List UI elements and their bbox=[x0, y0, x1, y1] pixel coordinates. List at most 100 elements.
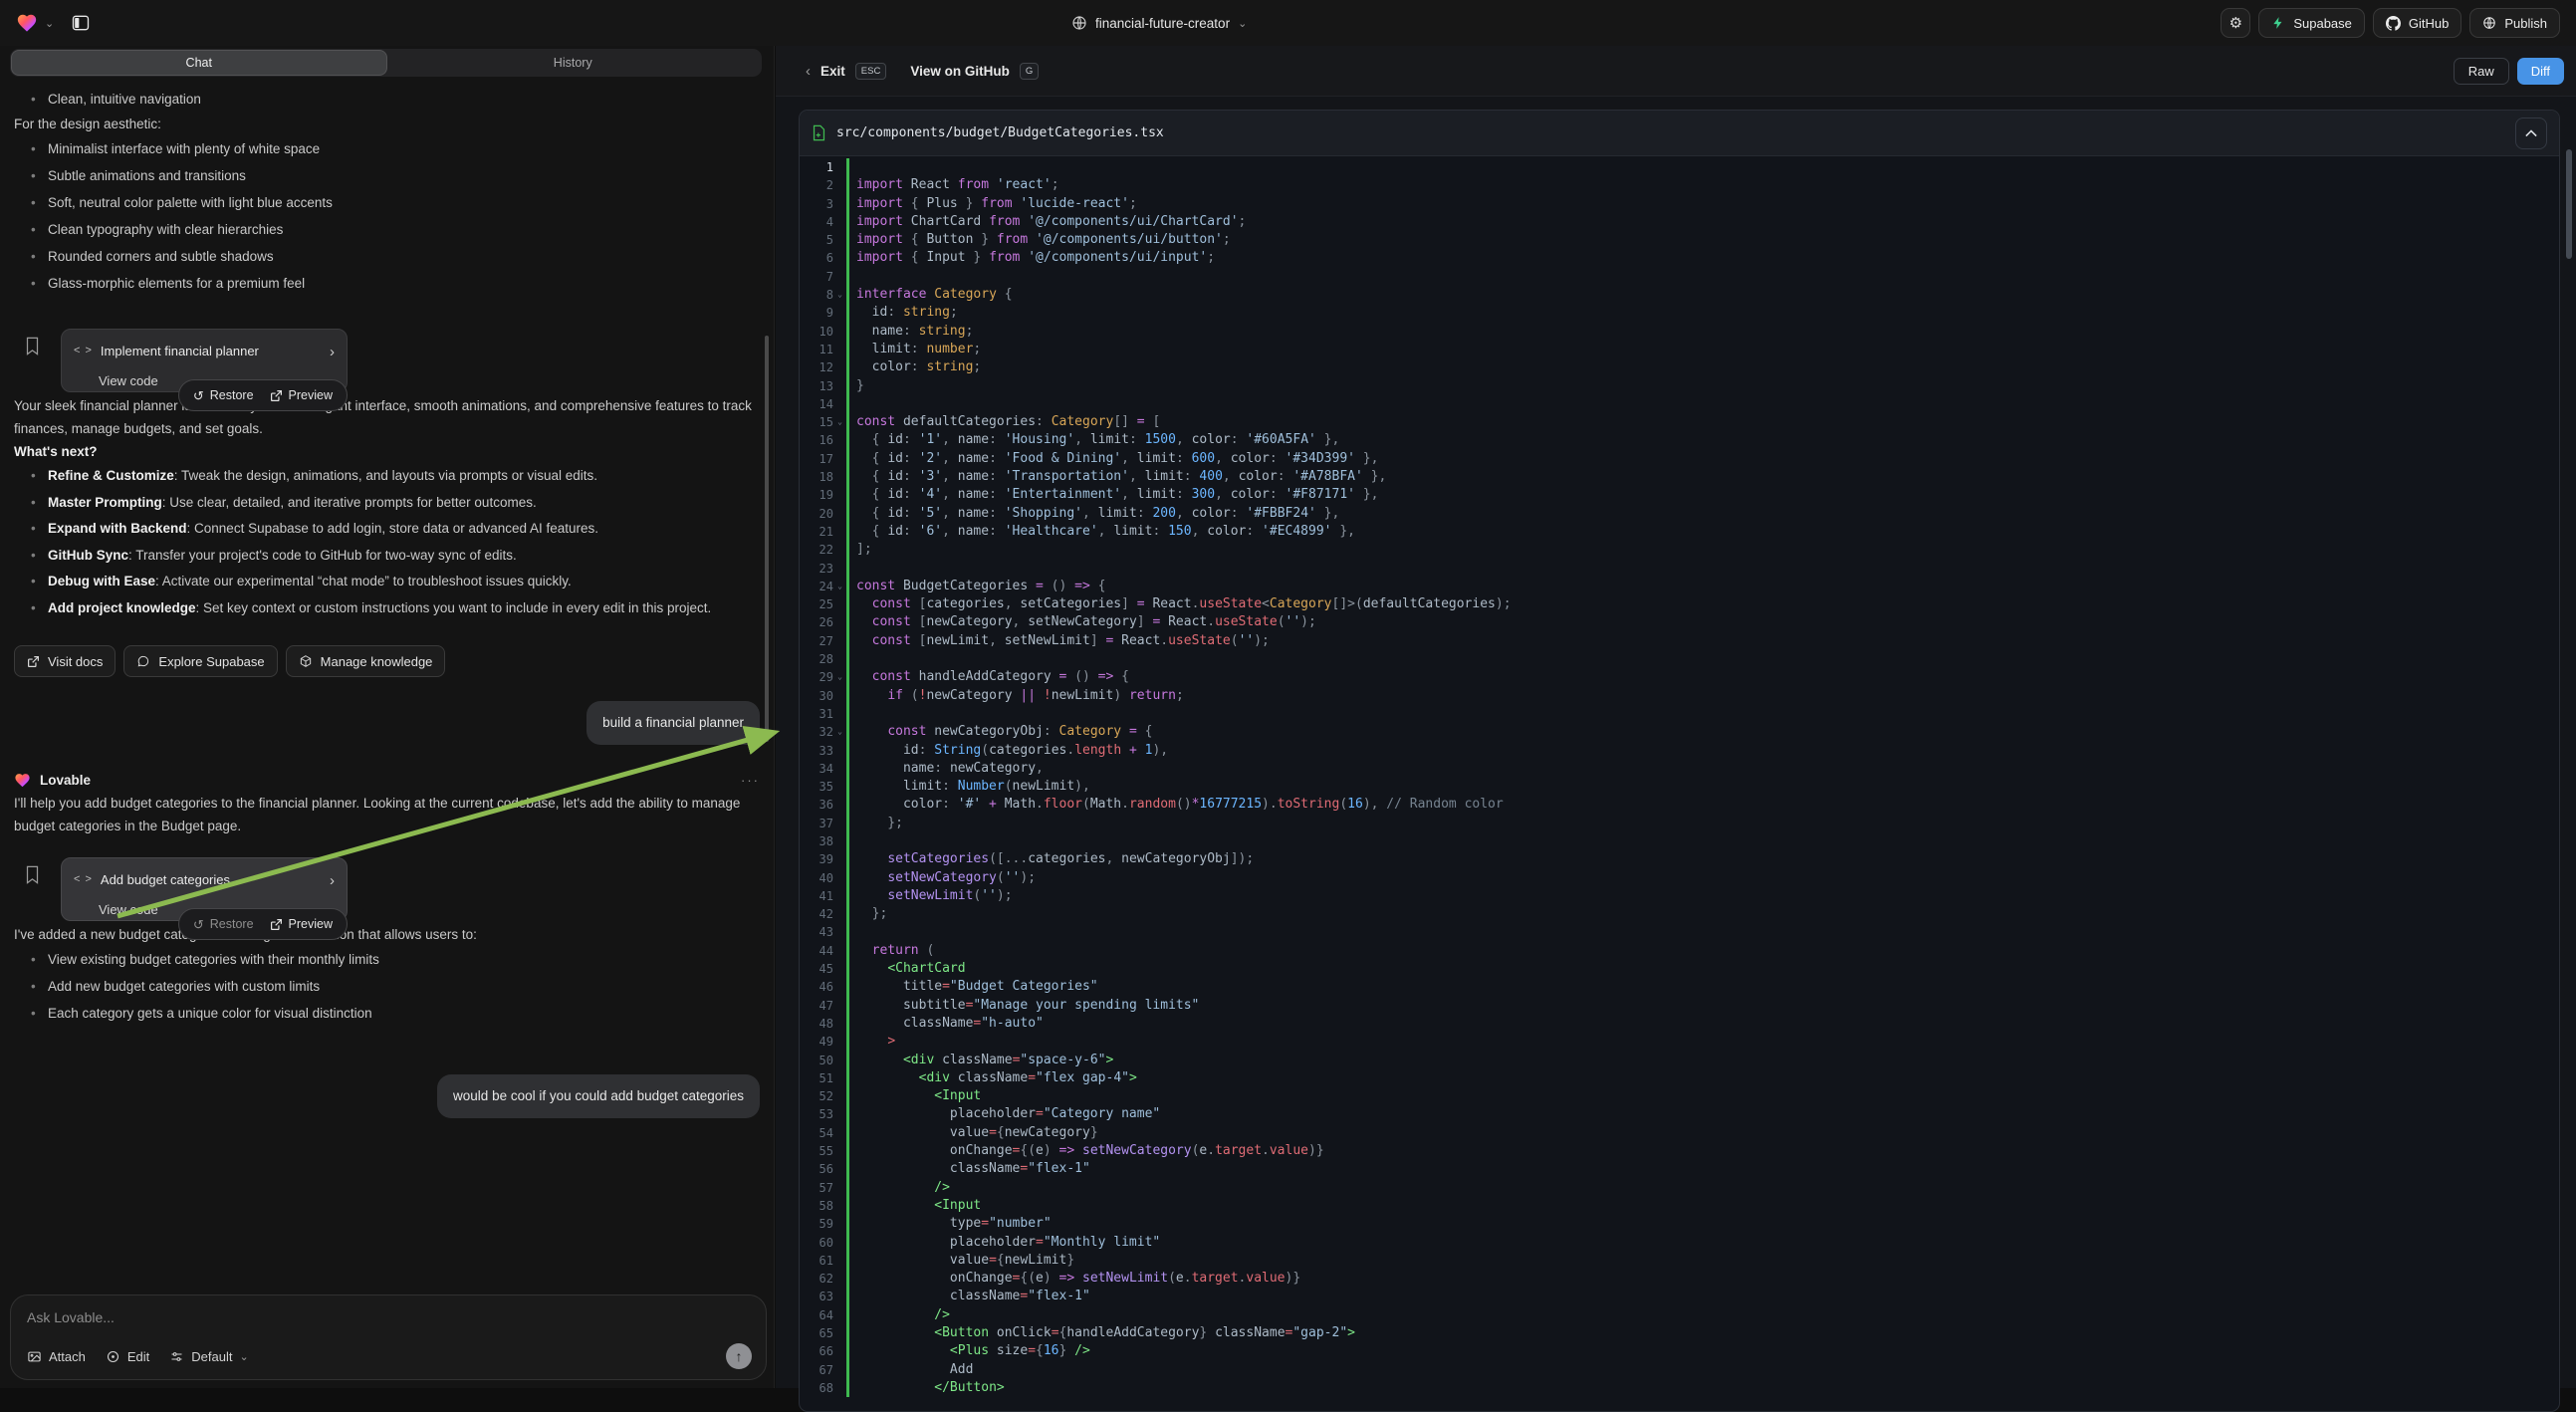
code-line: 7 bbox=[800, 268, 2559, 286]
chevron-left-icon: ‹ bbox=[806, 63, 811, 80]
chat-bubble-icon bbox=[136, 654, 150, 668]
version-card-implement-financial-planner[interactable]: < > Implement financial planner › View c… bbox=[61, 329, 348, 392]
code-line: 39 setCategories([...categories, newCate… bbox=[800, 850, 2559, 868]
file-added-icon bbox=[812, 124, 826, 141]
edit-label: Edit bbox=[127, 1349, 149, 1364]
code-line: 27 const [newLimit, setNewLimit] = React… bbox=[800, 632, 2559, 650]
package-icon bbox=[299, 654, 313, 668]
code-line: 19 { id: '4', name: 'Entertainment', lim… bbox=[800, 486, 2559, 504]
bookmark-icon[interactable] bbox=[25, 337, 40, 355]
diff-button[interactable]: Diff bbox=[2517, 58, 2564, 85]
code-line: 48 className="h-auto" bbox=[800, 1015, 2559, 1033]
collapse-file-button[interactable] bbox=[2515, 118, 2547, 149]
supabase-bolt-icon bbox=[2271, 16, 2285, 30]
code-line: 13} bbox=[800, 377, 2559, 395]
list-item: Refine & Customize: Tweak the design, an… bbox=[48, 463, 760, 490]
external-link-icon bbox=[270, 389, 283, 402]
exit-button[interactable]: ‹ Exit ESC bbox=[806, 63, 886, 80]
more-menu-icon[interactable]: ··· bbox=[741, 769, 760, 792]
assistant-paragraph: Your sleek financial planner is now read… bbox=[14, 394, 760, 440]
explore-supabase-label: Explore Supabase bbox=[158, 650, 264, 673]
send-button[interactable]: ↑ bbox=[726, 1343, 752, 1369]
settings-button[interactable]: ⚙ bbox=[2221, 8, 2250, 38]
code-line: 12 color: string; bbox=[800, 358, 2559, 376]
code-line: 21 { id: '6', name: 'Healthcare', limit:… bbox=[800, 523, 2559, 541]
code-line: 41 setNewLimit(''); bbox=[800, 887, 2559, 905]
manage-knowledge-button[interactable]: Manage knowledge bbox=[286, 645, 446, 677]
raw-button[interactable]: Raw bbox=[2454, 58, 2509, 85]
mode-selector[interactable]: Default ⌄ bbox=[169, 1349, 248, 1364]
list-item: Glass-morphic elements for a premium fee… bbox=[48, 270, 760, 297]
file-path: src/components/budget/BudgetCategories.t… bbox=[836, 125, 1164, 140]
chat-message-list[interactable]: Clean, intuitive navigation For the desi… bbox=[0, 82, 774, 1291]
github-button[interactable]: GitHub bbox=[2373, 8, 2461, 38]
tab-chat[interactable]: Chat bbox=[12, 51, 386, 75]
assistant-header: Lovable ··· bbox=[14, 769, 760, 792]
preview-button[interactable]: Preview bbox=[270, 384, 333, 407]
attach-button[interactable]: Attach bbox=[27, 1349, 86, 1364]
sliders-icon bbox=[169, 1349, 184, 1364]
chat-input[interactable]: Ask Lovable... bbox=[27, 1309, 750, 1325]
lovable-logo-icon[interactable] bbox=[16, 12, 38, 34]
chevron-right-icon: › bbox=[330, 869, 335, 892]
code-line: 60 placeholder="Monthly limit" bbox=[800, 1234, 2559, 1252]
visit-docs-button[interactable]: Visit docs bbox=[14, 645, 116, 677]
code-line: 65 <Button onClick={handleAddCategory} c… bbox=[800, 1324, 2559, 1342]
bookmark-icon[interactable] bbox=[25, 865, 40, 884]
version-row: < > Add budget categories › View code ↺ … bbox=[14, 857, 760, 923]
code-line: 63 className="flex-1" bbox=[800, 1288, 2559, 1305]
assistant-name: Lovable bbox=[40, 769, 91, 792]
code-scrollbar[interactable] bbox=[2566, 149, 2572, 259]
whats-next-heading: What's next? bbox=[14, 440, 760, 463]
sidebar-toggle-icon[interactable] bbox=[71, 13, 91, 33]
list-item: Master Prompting: Use clear, detailed, a… bbox=[48, 490, 760, 517]
code-line: 2import React from 'react'; bbox=[800, 176, 2559, 194]
chat-scrollbar[interactable] bbox=[765, 336, 769, 742]
explore-supabase-button[interactable]: Explore Supabase bbox=[123, 645, 277, 677]
file-card: src/components/budget/BudgetCategories.t… bbox=[799, 110, 2560, 1412]
list-item: Add new budget categories with custom li… bbox=[48, 973, 760, 1000]
added-bullet-list: View existing budget categories with the… bbox=[14, 946, 760, 1027]
file-header[interactable]: src/components/budget/BudgetCategories.t… bbox=[800, 111, 2559, 156]
list-item: Rounded corners and subtle shadows bbox=[48, 243, 760, 270]
code-line: 43 bbox=[800, 923, 2559, 941]
list-item: Subtle animations and transitions bbox=[48, 162, 760, 189]
list-item: Each category gets a unique color for vi… bbox=[48, 1000, 760, 1027]
version-card-add-budget-categories[interactable]: < > Add budget categories › View code ↺ … bbox=[61, 857, 348, 921]
preview-button[interactable]: Preview bbox=[270, 913, 333, 936]
code-line: 35 limit: Number(newLimit), bbox=[800, 778, 2559, 796]
list-item: Clean, intuitive navigation bbox=[48, 86, 760, 113]
restore-label: Restore bbox=[210, 913, 254, 936]
code-line: 59 type="number" bbox=[800, 1215, 2559, 1233]
code-lines[interactable]: 12import React from 'react';3import { Pl… bbox=[800, 156, 2559, 1397]
code-line: 3import { Plus } from 'lucide-react'; bbox=[800, 195, 2559, 213]
topbar: ⌄ financial-future-creator ⌄ ⚙ Supabase bbox=[0, 0, 2576, 46]
lovable-heart-icon bbox=[14, 772, 31, 789]
view-on-github-button[interactable]: View on GitHub G bbox=[886, 63, 1039, 80]
supabase-button[interactable]: Supabase bbox=[2258, 8, 2365, 38]
code-line: 49 > bbox=[800, 1033, 2559, 1051]
code-line: 54 value={newCategory} bbox=[800, 1124, 2559, 1142]
code-line: 67 Add bbox=[800, 1361, 2559, 1379]
tab-history[interactable]: History bbox=[386, 51, 761, 75]
restore-button[interactable]: ↺ Restore bbox=[193, 384, 254, 407]
publish-button[interactable]: Publish bbox=[2469, 8, 2560, 38]
edit-button[interactable]: Edit bbox=[106, 1349, 149, 1364]
external-link-icon bbox=[270, 918, 283, 931]
project-switcher[interactable]: financial-future-creator ⌄ bbox=[1071, 0, 1247, 46]
assistant-paragraph: I've added a new budget categories manag… bbox=[14, 923, 760, 946]
preview-label: Preview bbox=[289, 913, 333, 936]
view-on-github-label: View on GitHub bbox=[910, 64, 1010, 79]
code-line: 25 const [categories, setCategories] = R… bbox=[800, 595, 2559, 613]
composer-toolbar: Attach Edit Default ⌄ ↑ bbox=[27, 1343, 752, 1369]
code-line: 16 { id: '1', name: 'Housing', limit: 15… bbox=[800, 431, 2559, 449]
code-line: 38 bbox=[800, 832, 2559, 850]
preview-label: Preview bbox=[289, 384, 333, 407]
code-icon: < > bbox=[74, 340, 93, 362]
gear-icon: ⚙ bbox=[2229, 14, 2242, 32]
restore-button[interactable]: ↺ Restore bbox=[193, 913, 254, 936]
code-panel: ‹ Exit ESC View on GitHub G Raw Diff src… bbox=[776, 46, 2576, 1388]
external-link-icon bbox=[27, 655, 40, 668]
code-line: 1 bbox=[800, 158, 2559, 176]
chevron-down-icon[interactable]: ⌄ bbox=[45, 17, 54, 30]
